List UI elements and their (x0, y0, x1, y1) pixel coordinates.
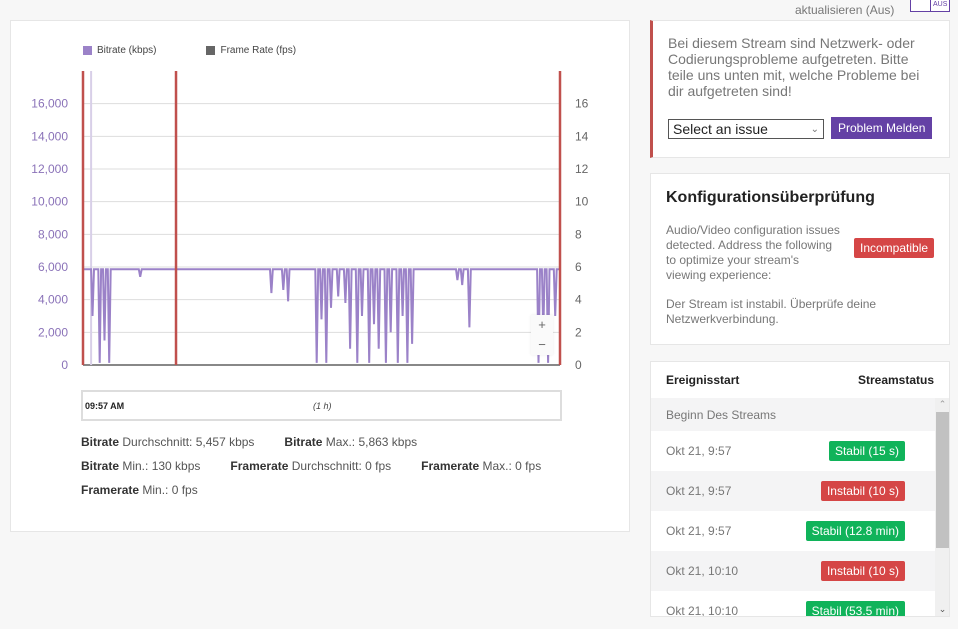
zoom-out-button[interactable]: − (531, 335, 553, 355)
issue-select-value: Select an issue (673, 121, 768, 137)
col-event-start: Ereignisstart (666, 373, 740, 387)
stat-label: Bitrate (81, 435, 120, 449)
status-badge: Instabil (10 s) (820, 561, 905, 581)
event-row: Okt 21, 10:10 Stabil (53.5 min) (651, 591, 935, 617)
right-axis-tick: 8 (575, 227, 582, 241)
stream-issue-alert: Bei diesem Stream sind Netzwerk- oder Co… (650, 20, 950, 158)
status-badge: Stabil (15 s) (828, 441, 905, 461)
stat-label: Framerate (230, 459, 289, 473)
scroll-up-icon[interactable]: ⌃ (935, 398, 949, 410)
scroll-thumb[interactable] (936, 412, 949, 548)
right-axis-tick: 2 (575, 325, 582, 339)
left-axis-tick: 6,000 (38, 260, 68, 274)
stat-value: Min.: 130 kbps (119, 459, 201, 473)
event-time: Okt 21, 10:10 (666, 564, 739, 578)
range-start-time: 09:57 AM (85, 401, 125, 411)
stat-label: Framerate (81, 483, 140, 497)
config-check-card: Konfigurationsüberprüfung Audio/Video co… (650, 173, 950, 345)
range-duration: (1 h) (313, 401, 332, 411)
event-row: Okt 21, 9:57 Stabil (12.8 min) (651, 511, 935, 551)
scroll-down-icon[interactable]: ⌄ (935, 603, 949, 615)
stat-value: Max.: 0 fps (479, 459, 542, 473)
events-scrollbar[interactable]: ⌃ ⌄ (935, 398, 949, 616)
zoom-in-button[interactable]: + (531, 315, 553, 335)
bitrate-series-line (83, 268, 560, 363)
right-axis-tick: 6 (575, 260, 582, 274)
right-axis-tick: 0 (575, 358, 582, 372)
event-time: Okt 21, 9:57 (666, 524, 732, 538)
right-axis-tick: 12 (575, 162, 589, 176)
event-time: Beginn Des Streams (666, 407, 777, 422)
event-row: Beginn Des Streams (651, 398, 935, 431)
stat-item: Bitrate Durchschnitt: 5,457 kbps (81, 435, 254, 459)
col-stream-status: Streamstatus (857, 373, 934, 387)
alert-message: Bei diesem Stream sind Netzwerk- oder Co… (668, 35, 920, 99)
stat-item: Bitrate Min.: 130 kbps (81, 459, 200, 483)
config-note: Der Stream ist instabil. Überprüfe deine… (666, 297, 877, 326)
stat-label: Bitrate (284, 435, 323, 449)
stat-label: Framerate (421, 459, 480, 473)
right-axis-tick: 10 (575, 195, 589, 209)
event-time: Okt 21, 10:10 (666, 604, 739, 617)
left-axis-tick: 2,000 (38, 325, 68, 339)
events-header: Ereignisstart Streamstatus (651, 362, 949, 398)
config-title: Konfigurationsüberprüfung (666, 189, 875, 206)
status-badge: Stabil (12.8 min) (805, 521, 905, 541)
stat-value: Durchschnitt: 5,457 kbps (119, 435, 255, 449)
page: aktualisieren (Aus) AUS Bitrate (kbps) F… (0, 0, 958, 629)
stat-label: Bitrate (81, 459, 120, 473)
toggle-knob (911, 0, 931, 11)
left-axis-tick: 0 (61, 358, 68, 372)
stat-value: Min.: 0 fps (139, 483, 198, 497)
incompatible-badge: Incompatible (854, 238, 935, 258)
toggle-state: AUS (933, 1, 948, 8)
event-time: Okt 21, 9:57 (666, 484, 732, 498)
right-axis-tick: 4 (575, 293, 582, 307)
stat-item: Framerate Min.: 0 fps (81, 483, 198, 507)
chevron-down-icon: ⌄ (810, 123, 819, 135)
time-range-selector[interactable]: 09:57 AM (1 h) (81, 390, 562, 421)
chart-zoom-controls: + − (531, 315, 553, 355)
stats-row: Bitrate Min.: 130 kbps Framerate Durchsch… (81, 459, 571, 483)
left-axis-tick: 4,000 (38, 293, 68, 307)
stats-row: Framerate Min.: 0 fps (81, 483, 571, 507)
stream-events-table: Ereignisstart Streamstatus Beginn Des St… (650, 361, 950, 617)
stat-item: Framerate Max.: 0 fps (421, 459, 541, 483)
event-time: Okt 21, 9:57 (666, 444, 732, 458)
chart-card: Bitrate (kbps) Frame Rate (fps) 0 0 2,000 2… (10, 20, 630, 532)
left-axis-tick: 8,000 (38, 227, 68, 241)
status-badge: Stabil (53.5 min) (805, 601, 905, 616)
stat-item: Framerate Durchschnitt: 0 fps (230, 459, 391, 483)
stats-row: Bitrate Durchschnitt: 5,457 kbps Bitrate … (81, 435, 571, 459)
event-row: Okt 21, 9:57 Stabil (15 s) (651, 431, 935, 471)
issue-select[interactable]: Select an issue ⌄ (668, 119, 824, 139)
auto-refresh-toggle[interactable]: AUS (910, 0, 950, 12)
status-badge: Instabil (10 s) (820, 481, 905, 501)
auto-refresh-label: aktualisieren (Aus) (795, 3, 895, 17)
stat-value: Durchschnitt: 0 fps (288, 459, 392, 473)
stat-value: Max.: 5,863 kbps (322, 435, 418, 449)
left-axis-tick: 10,000 (31, 195, 68, 209)
stat-item: Bitrate Max.: 5,863 kbps (284, 435, 417, 459)
left-axis-tick: 16,000 (31, 97, 68, 111)
report-problem-button[interactable]: Problem Melden (831, 117, 933, 139)
events-list: Beginn Des Streams Okt 21, 9:57 Stabil (15… (651, 398, 935, 617)
left-axis-tick: 14,000 (31, 129, 68, 143)
right-axis-tick: 14 (575, 129, 589, 143)
config-description: Audio/Video configuration issues detecte… (666, 223, 840, 282)
left-axis-tick: 12,000 (31, 162, 68, 176)
stream-stats: Bitrate Durchschnitt: 5,457 kbps Bitrate … (81, 435, 571, 507)
right-axis-tick: 16 (575, 97, 589, 111)
event-row: Okt 21, 9:57 Instabil (10 s) (651, 471, 935, 511)
event-row: Okt 21, 10:10 Instabil (10 s) (651, 551, 935, 591)
